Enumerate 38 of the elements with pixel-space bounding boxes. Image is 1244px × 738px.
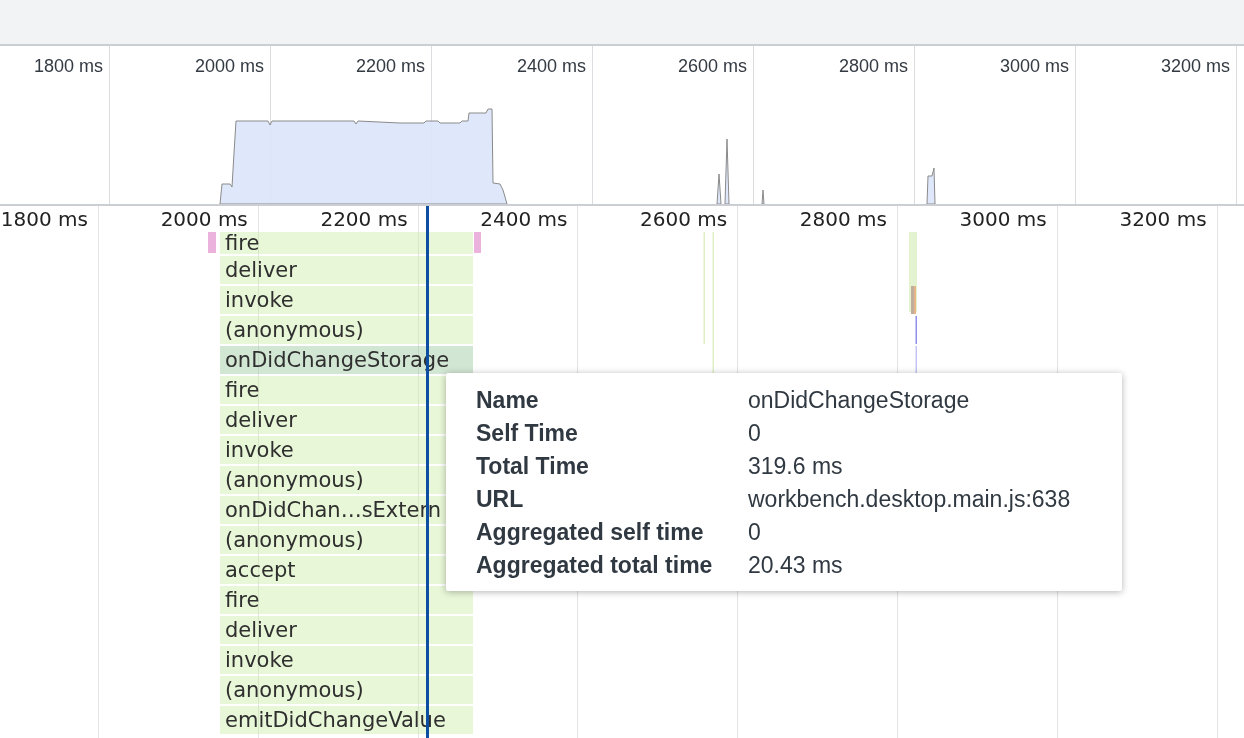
tooltip-value: 319.6 ms: [748, 452, 844, 481]
tooltip-label: URL: [476, 485, 525, 514]
time-tick-label: 2800 ms: [838, 56, 908, 76]
time-tick-label: 2600 ms: [640, 206, 728, 232]
tooltip-label: Aggregated total time: [476, 551, 714, 580]
time-tick-label: 2000 ms: [194, 56, 264, 76]
flame-chart-bar[interactable]: invoke: [220, 646, 473, 674]
flame-chart-bar[interactable]: invoke: [220, 286, 473, 314]
time-tick-label: 3200 ms: [1160, 56, 1230, 76]
time-tick-label: 2200 ms: [320, 206, 408, 232]
tooltip-label: Name: [476, 386, 540, 415]
tooltip-value: workbench.desktop.main.js:638: [748, 485, 1072, 514]
tooltip-value: 0: [748, 518, 762, 547]
range-marker-icon: [208, 232, 216, 253]
time-tick-label: 1800 ms: [33, 56, 103, 76]
tooltip-label: Self Time: [476, 419, 579, 448]
flame-chart-bar[interactable]: deliver: [220, 616, 473, 644]
flame-chart-bar[interactable]: deliver: [220, 256, 473, 284]
tooltip-value: 20.43 ms: [748, 551, 844, 580]
tooltip-label: Total Time: [476, 452, 590, 481]
time-tick-label: 2000 ms: [160, 206, 248, 232]
flame-chart-bar[interactable]: fire: [220, 232, 473, 254]
tooltip-label: Aggregated self time: [476, 518, 705, 547]
time-tick-label: 2400 ms: [516, 56, 586, 76]
time-tick-label: 2600 ms: [677, 56, 747, 76]
time-tick-label: 2200 ms: [355, 56, 425, 76]
flame-chart-bar[interactable]: (anonymous): [220, 316, 473, 344]
time-tick-label: 1800 ms: [0, 206, 88, 232]
tooltip-value: onDidChangeStorage: [748, 386, 971, 415]
time-tick-label: 3000 ms: [959, 206, 1047, 232]
time-tick-label: 2800 ms: [799, 206, 887, 232]
flame-chart-bar[interactable]: fire: [220, 586, 473, 614]
tooltip-value: 0: [748, 419, 762, 448]
range-marker-icon: [474, 232, 481, 253]
time-tick-label: 3200 ms: [1119, 206, 1207, 232]
time-tick-label: 3000 ms: [999, 56, 1069, 76]
time-tick-label: 2400 ms: [480, 206, 568, 232]
flame-chart-bar[interactable]: (anonymous): [220, 676, 473, 704]
